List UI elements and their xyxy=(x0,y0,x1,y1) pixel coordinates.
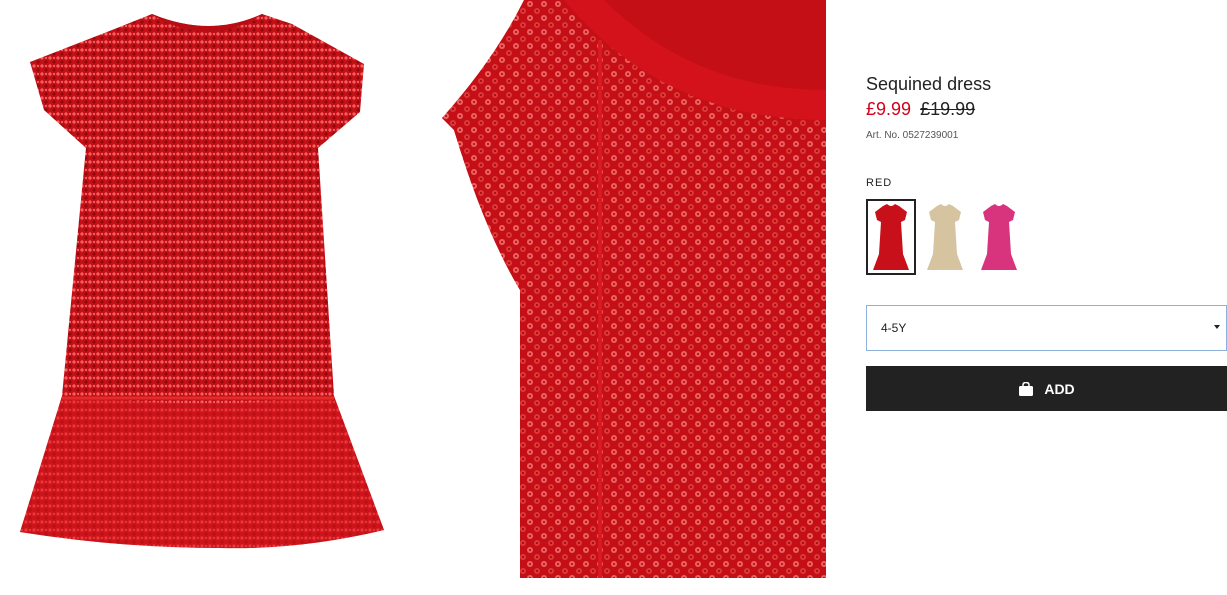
swatch-pink-dress-thumbnail xyxy=(981,204,1017,270)
swatch-gold[interactable] xyxy=(920,199,970,275)
swatch-pink[interactable] xyxy=(974,199,1024,275)
swatch-red[interactable] xyxy=(866,199,916,275)
dress-detail-image xyxy=(442,0,826,578)
price-row: £9.99 £19.99 xyxy=(866,98,1227,120)
caret-down-icon xyxy=(1214,325,1220,329)
add-button-label: ADD xyxy=(1044,380,1075,397)
add-to-bag-button[interactable]: ADD xyxy=(866,366,1227,411)
product-title: Sequined dress xyxy=(866,74,992,94)
swatch-gold-dress-thumbnail xyxy=(927,204,963,270)
price-current: £9.99 xyxy=(866,99,912,119)
size-select[interactable]: 4-5Y xyxy=(866,305,1227,351)
dress-full-image xyxy=(20,14,384,549)
price-original: £19.99 xyxy=(920,99,976,119)
article-number: Art. No. 0527239001 xyxy=(866,130,959,141)
product-image-detail[interactable] xyxy=(414,0,826,578)
color-swatches xyxy=(866,199,1227,275)
product-image-main[interactable] xyxy=(0,0,414,590)
size-select-value: 4-5Y xyxy=(881,321,907,335)
product-details-panel: Sequined dress £9.99 £19.99 Art. No. 052… xyxy=(866,72,1227,411)
selected-color-label: RED xyxy=(866,177,893,189)
swatch-red-dress-thumbnail xyxy=(873,204,909,270)
shopping-bag-icon xyxy=(1019,381,1034,396)
